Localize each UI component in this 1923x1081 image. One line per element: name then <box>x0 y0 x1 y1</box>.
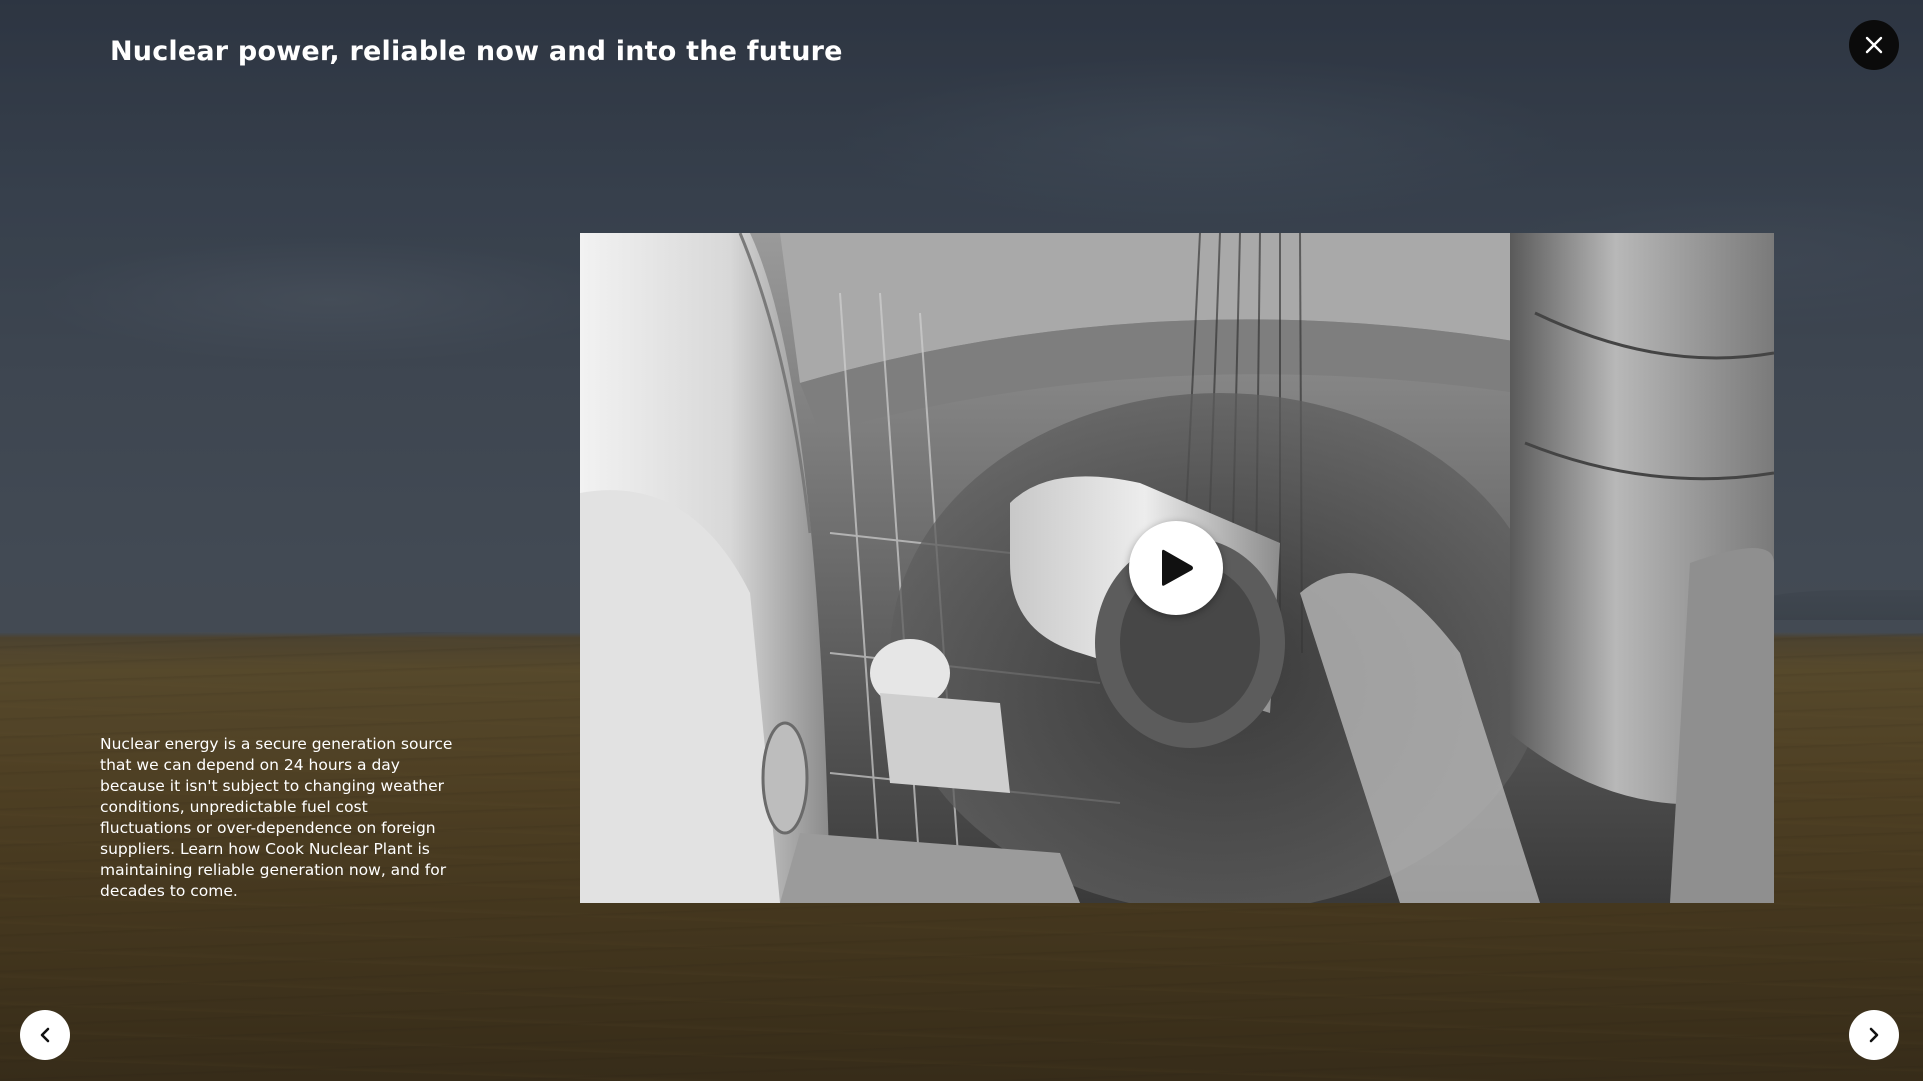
chevron-left-icon <box>40 1027 50 1043</box>
play-button[interactable] <box>1129 521 1223 615</box>
next-button[interactable] <box>1849 1010 1899 1060</box>
chevron-right-icon <box>1869 1027 1879 1043</box>
modal-description: Nuclear energy is a secure generation so… <box>100 735 453 900</box>
previous-button[interactable] <box>20 1010 70 1060</box>
modal-title: Nuclear power, reliable now and into the… <box>110 36 843 67</box>
video-modal-page: Nuclear power, reliable now and into the… <box>0 0 1923 1081</box>
play-icon <box>1162 549 1193 586</box>
close-icon <box>1865 36 1883 54</box>
close-button[interactable] <box>1849 20 1899 70</box>
video-thumbnail[interactable] <box>580 233 1774 903</box>
